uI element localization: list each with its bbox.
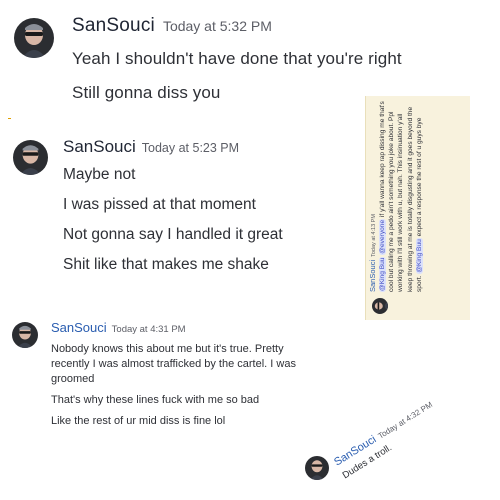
message-group-3: SanSouci Today at 4:31 PM Nobody knows th… xyxy=(51,319,296,429)
avatar-person-sunglasses-icon xyxy=(12,322,38,348)
avatar-person-sunglasses-icon xyxy=(13,140,48,175)
message-line: That's why these lines fuck with me so b… xyxy=(51,394,260,406)
message-line: I was pissed at that moment xyxy=(63,196,256,213)
mention[interactable]: @everyone xyxy=(379,218,386,255)
message-line: Maybe not xyxy=(63,166,136,183)
message-line: recently I was almost trafficked by the … xyxy=(51,358,296,370)
message-header: SanSouci Today at 4:13 PM xyxy=(368,100,377,292)
message-line: Still gonna diss you xyxy=(72,83,221,102)
chat-screenshot-collage: SanSouci Today at 5:32 PM Yeah I shouldn'… xyxy=(0,0,500,500)
message-line: Not gonna say I handled it great xyxy=(63,226,283,243)
username[interactable]: SanSouci xyxy=(63,137,136,156)
message-header: SanSouci Today at 4:31 PM xyxy=(51,319,296,337)
message-group-1: SanSouci Today at 5:32 PM Yeah I shouldn'… xyxy=(72,15,402,103)
message-header: SanSouci Today at 5:23 PM xyxy=(63,137,283,157)
timestamp[interactable]: Today at 5:32 PM xyxy=(163,18,272,34)
timestamp[interactable]: Today at 5:23 PM xyxy=(142,141,239,155)
avatar[interactable] xyxy=(372,298,388,314)
mention[interactable]: @King Buu xyxy=(379,256,386,292)
rotated-message-small: SanSouciToday at 4:32 PM Dudes a troll. xyxy=(330,395,443,481)
message-text: @King Buu @everyone if y'all wanna keep … xyxy=(378,100,424,292)
message-line: Yeah I shouldn't have done that you're r… xyxy=(72,49,402,68)
message-line: Like the rest of ur mid diss is fine lol xyxy=(51,415,226,427)
rotated-message-content: SanSouci Today at 4:13 PM @King Buu @ever… xyxy=(366,96,470,320)
message-header: SanSouci Today at 5:32 PM xyxy=(72,15,402,37)
message-group-2: SanSouci Today at 5:23 PM Maybe not I was… xyxy=(63,137,283,274)
avatar-person-sunglasses-icon xyxy=(372,298,388,314)
avatar[interactable] xyxy=(305,456,329,480)
message-line: groomed xyxy=(51,373,95,385)
message-line: Shit like that makes me shake xyxy=(63,256,269,273)
mention[interactable]: @King Buu xyxy=(415,238,423,274)
timestamp[interactable]: Today at 4:31 PM xyxy=(112,324,186,335)
avatar[interactable] xyxy=(14,18,54,58)
rotated-message-body: SanSouci Today at 4:13 PM @King Buu @ever… xyxy=(368,100,424,292)
avatar[interactable] xyxy=(12,322,38,348)
avatar-person-sunglasses-icon xyxy=(305,456,329,480)
username[interactable]: SanSouci xyxy=(368,260,377,292)
username[interactable]: SanSouci xyxy=(72,15,155,36)
divider-mark xyxy=(8,118,11,119)
username[interactable]: SanSouci xyxy=(51,320,107,335)
message-line: Nobody knows this about me but it's true… xyxy=(51,343,284,355)
rotated-message-panel: SanSouci Today at 4:13 PM @King Buu @ever… xyxy=(365,96,470,320)
message-text-part: expect a response the rest of u guys bye xyxy=(415,117,423,239)
avatar-person-sunglasses-icon xyxy=(14,18,54,58)
timestamp[interactable]: Today at 4:13 PM xyxy=(371,214,377,257)
avatar[interactable] xyxy=(13,140,48,175)
